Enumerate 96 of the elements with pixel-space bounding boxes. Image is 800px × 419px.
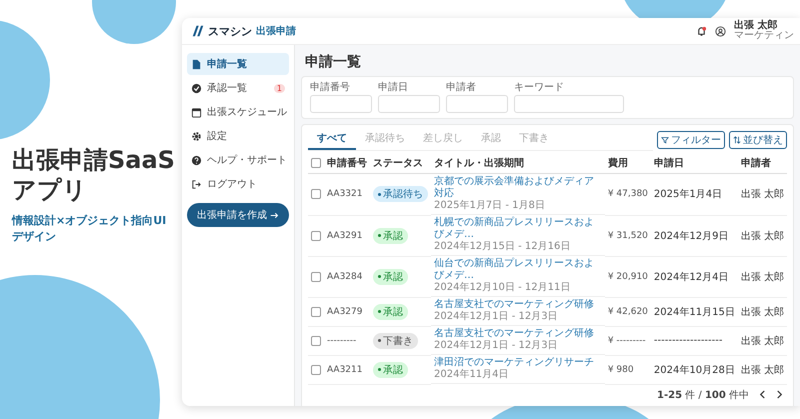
cost: ¥ 31,520 [608, 230, 648, 240]
request-title-link[interactable]: 仙台での新商品プレスリリースおよびメデ… [434, 258, 602, 282]
cost: ¥ 42,620 [608, 306, 648, 316]
sidebar-item[interactable]: 申請一覧 [187, 53, 289, 75]
document-icon [191, 58, 202, 70]
sort-button[interactable]: 並び替え [729, 130, 787, 148]
applicant-name: 出張 太郎 [740, 336, 784, 346]
user-name: 出張 太郎 [734, 20, 778, 31]
trip-period: 2024年11月4日 [434, 369, 510, 381]
trip-period: 2024年12月15日 - 12月16日 [434, 241, 572, 253]
request-number: AA3291 [327, 230, 362, 240]
brand-name: スマシン [208, 24, 252, 38]
chevron-left-icon[interactable] [759, 390, 766, 399]
request-date: ------------------- [654, 335, 722, 346]
help-icon [191, 154, 202, 166]
hero-subtitle: 情報設計×オブジェクト指向UIデザイン [12, 213, 168, 244]
status-badge: 下書き [373, 332, 418, 348]
create-request-button[interactable]: 出張申請を作成 [187, 203, 289, 227]
status-badge: 承認 [373, 304, 408, 320]
request-date: 2024年11月15日 [654, 306, 735, 318]
request-title-link[interactable]: 津田沼でのマーケティングリサーチ [434, 357, 602, 369]
select-all-checkbox[interactable] [311, 158, 321, 168]
row-checkbox[interactable] [311, 272, 321, 282]
column-header: タイトル・出張期間 [434, 158, 524, 169]
sidebar-item[interactable]: 設定 [187, 125, 289, 147]
page-title: 申請一覧 [305, 53, 362, 71]
check-circle-icon [191, 82, 202, 94]
row-checkbox[interactable] [311, 189, 321, 200]
field-label: 申請番号 [310, 82, 351, 94]
filter-button[interactable]: フィルター [657, 130, 725, 148]
request-number: --------- [327, 336, 356, 346]
column-header: 費用 [608, 158, 628, 169]
applicant-name: 出張 太郎 [740, 306, 784, 318]
sort-icon [733, 136, 741, 144]
input-field[interactable] [446, 95, 508, 113]
cost: ¥ --------- [608, 336, 646, 346]
sidebar-item[interactable]: ヘルプ・サポート [187, 149, 289, 171]
status-badge: 承認 [373, 268, 408, 284]
trip-period: 2024年12月10日 - 12月11日 [434, 282, 572, 294]
cost: ¥ 980 [608, 364, 634, 374]
request-number: AA3284 [327, 272, 362, 282]
input-field[interactable] [310, 95, 372, 113]
column-header: 申請番号 [327, 158, 367, 169]
request-date: 2024年10月28日 [654, 364, 735, 376]
trip-period: 2024年12月1日 - 12月3日 [434, 311, 559, 323]
request-date: 2024年12月4日 [654, 272, 728, 282]
tab[interactable]: すべて [308, 128, 356, 150]
logout-icon [191, 178, 202, 190]
filter-icon [661, 136, 669, 144]
request-date: 2024年12月9日 [654, 230, 728, 242]
brand-tag: 出張申請 [256, 24, 296, 38]
field-label: 申請日 [378, 82, 409, 94]
logo-icon [192, 25, 204, 37]
status-badge: 承認 [373, 228, 408, 244]
row-checkbox[interactable] [311, 306, 321, 316]
request-number: AA3321 [327, 189, 362, 200]
cost: ¥ 47,380 [608, 189, 648, 200]
request-title-link[interactable]: 札幌での新商品プレスリリースおよびメデ… [434, 217, 602, 241]
column-header: ステータス [373, 158, 423, 169]
chevron-right-icon[interactable] [776, 390, 783, 399]
status-badge: 承認待ち [373, 186, 428, 202]
column-header: 申請日 [654, 158, 684, 169]
bell-icon[interactable] [696, 26, 707, 36]
input-field[interactable] [514, 95, 624, 113]
cost: ¥ 20,910 [608, 272, 648, 282]
settings-icon [191, 130, 202, 142]
sidebar-item[interactable]: 出張スケジュール [187, 101, 289, 123]
row-checkbox[interactable] [311, 336, 321, 346]
row-checkbox[interactable] [311, 364, 321, 374]
applicant-name: 出張 太郎 [740, 230, 784, 242]
applicant-name: 出張 太郎 [740, 189, 784, 200]
field-label: 申請者 [446, 82, 477, 94]
field-label: キーワード [514, 82, 565, 94]
trip-period: 2025年1月7日 - 1月8日 [434, 200, 546, 212]
request-title-link[interactable]: 名古屋支社でのマーケティング研修 [434, 328, 602, 340]
user-icon[interactable] [715, 26, 726, 36]
request-date: 2025年1月4日 [654, 189, 722, 200]
sidebar-item[interactable]: 承認一覧 1 [187, 77, 289, 99]
column-header: 申請者 [740, 158, 771, 169]
pagination-count: 1-25 件 / 100 件中 [657, 388, 749, 402]
input-field[interactable] [378, 95, 440, 113]
request-title-link[interactable]: 京都での展示会準備およびメディア対応 [434, 176, 602, 200]
user-department: マーケティン [734, 31, 794, 42]
row-checkbox[interactable] [311, 230, 321, 240]
calendar-icon [191, 106, 202, 118]
applicant-name: 出張 太郎 [740, 364, 784, 376]
status-badge: 承認 [373, 362, 408, 378]
request-title-link[interactable]: 名古屋支社でのマーケティング研修 [434, 299, 602, 311]
request-number: AA3279 [327, 306, 362, 316]
trip-period: 2024年12月1日 - 12月3日 [434, 340, 559, 352]
request-number: AA3211 [327, 364, 362, 374]
count-badge: 1 [274, 84, 285, 92]
sidebar-item[interactable]: ログアウト [187, 173, 289, 195]
hero-title: 出張申請SaaSアプリ [12, 145, 176, 206]
arrow-right-icon [270, 212, 279, 218]
applicant-name: 出張 太郎 [740, 272, 784, 282]
